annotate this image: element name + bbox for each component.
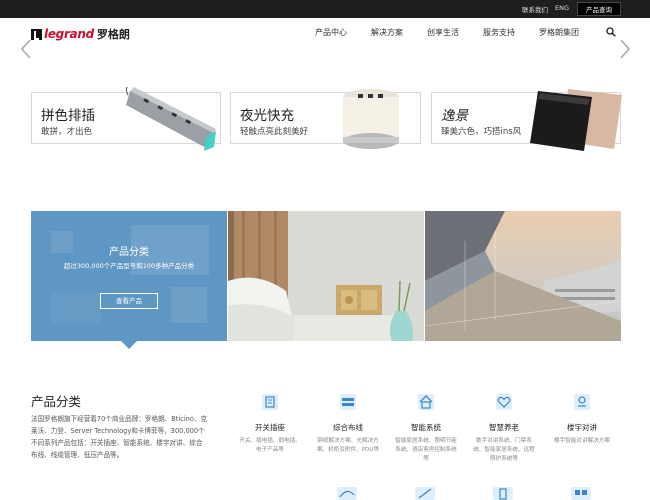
category-smart-system[interactable]: 智能系统 智能家居系统、照明节能系统、酒店客房控制系统等	[393, 392, 459, 464]
legrand-logo[interactable]: legrand 罗格朗	[31, 27, 130, 41]
promo-title: 拼色排插	[41, 108, 95, 124]
category-desc: 楼宇智能对讲解决方案	[554, 438, 610, 444]
search-icon[interactable]	[606, 27, 616, 37]
promo-subtitle: 臻美六色，巧搭ins风	[441, 127, 522, 137]
power-strip-image	[125, 87, 216, 151]
nightlight-charger-image	[343, 89, 399, 149]
promo-title: 夜光快充	[240, 108, 294, 124]
low-voltage-icon[interactable]	[415, 485, 435, 500]
promo-card-powerstrip[interactable]: 拼色排插 敢拼，才出色	[31, 87, 221, 151]
category-desc: 数字对讲系统、门禁系统、智能家居系统、远程照护系统等	[473, 438, 535, 462]
promo-title: 逸景	[441, 108, 468, 124]
panel-icon[interactable]	[571, 485, 591, 500]
bedroom-photo	[228, 211, 424, 341]
promo-subtitle: 敢拼，才出色	[41, 127, 93, 137]
logo-cn: 罗格朗	[96, 28, 130, 41]
category-switches[interactable]: 开关插座 开关、插电插、弱电插、电子产品等	[237, 392, 303, 455]
nav-products[interactable]: 产品中心	[315, 27, 347, 38]
contact-link[interactable]: 联系我们	[522, 4, 548, 14]
main-nav: legrand 罗格朗 产品中心 解决方案 创享生活 服务支持 罗格朗集团	[0, 18, 650, 50]
switch-socket-icon	[262, 394, 278, 410]
category-cabling[interactable]: 综合布线 铜缆解决方案、光解决方案、机柜及附件、PDU等	[315, 392, 381, 455]
section-title: 产品分类	[31, 394, 82, 409]
category-desc: 铜缆解决方案、光解决方案、机柜及附件、PDU等	[316, 438, 380, 453]
logo-brand: legrand	[44, 27, 94, 41]
top-bar: 联系我们 ENG 产品查询	[0, 0, 650, 18]
heart-care-icon	[496, 394, 512, 410]
smart-home-icon	[418, 394, 434, 410]
promo-subtitle: 轻触点亮此刻美好	[240, 127, 309, 137]
feature-bedroom-image[interactable]	[228, 211, 424, 341]
category-elderly-care[interactable]: 智慧养老 数字对讲系统、门禁系统、智能家居系统、远程照护系统等	[471, 392, 537, 464]
category-name: 智能系统	[411, 423, 441, 432]
view-products-button[interactable]: 查看产品	[100, 293, 158, 309]
cable-management-icon[interactable]	[337, 485, 357, 500]
category-desc: 智能家居系统、照明节能系统、酒店客房控制系统等	[395, 438, 457, 462]
category-intercom[interactable]: 楼宇对讲 楼宇智能对讲解决方案	[549, 392, 615, 446]
product-query-button[interactable]: 产品查询	[577, 2, 621, 16]
category-name: 综合布线	[333, 423, 363, 432]
nav-solutions[interactable]: 解决方案	[371, 27, 403, 38]
feature-product-categories[interactable]: 产品分类 超过300,000个产品型号和100多种产品分类 查看产品	[31, 211, 227, 341]
feature-building-image[interactable]	[425, 211, 621, 341]
category-desc: 开关、插电插、弱电插、电子产品等	[239, 438, 301, 453]
intercom-icon	[574, 394, 590, 410]
category-name: 楼宇对讲	[567, 423, 597, 432]
category-name: 智慧养老	[489, 423, 519, 432]
device-icon[interactable]	[493, 485, 513, 500]
promo-card-nightlight[interactable]: 夜光快充 轻触点亮此刻美好	[230, 89, 421, 149]
carousel-prev-icon[interactable]	[19, 38, 33, 60]
feature-pointer	[121, 341, 137, 349]
feature-title: 产品分类	[109, 247, 149, 258]
nav-group[interactable]: 罗格朗集团	[539, 27, 579, 38]
carousel-next-icon[interactable]	[618, 38, 632, 60]
feature-background-image	[51, 225, 209, 323]
nav-support[interactable]: 服务支持	[483, 27, 515, 38]
category-name: 开关插座	[255, 423, 285, 432]
lang-switch[interactable]: ENG	[555, 4, 569, 12]
nav-life[interactable]: 创享生活	[427, 27, 459, 38]
cabling-icon	[340, 394, 356, 410]
switch-panel-image	[530, 89, 622, 151]
promo-card-switch[interactable]: 逸景 臻美六色，巧搭ins风	[431, 89, 622, 151]
feature-subtitle: 超过300,000个产品型号和100多种产品分类	[63, 262, 195, 270]
building-photo	[425, 211, 621, 341]
section-description: 法国罗格朗旗下经营着70个商业品牌：罗格朗、Bticino、克莱沃、力登、Ser…	[31, 415, 208, 459]
